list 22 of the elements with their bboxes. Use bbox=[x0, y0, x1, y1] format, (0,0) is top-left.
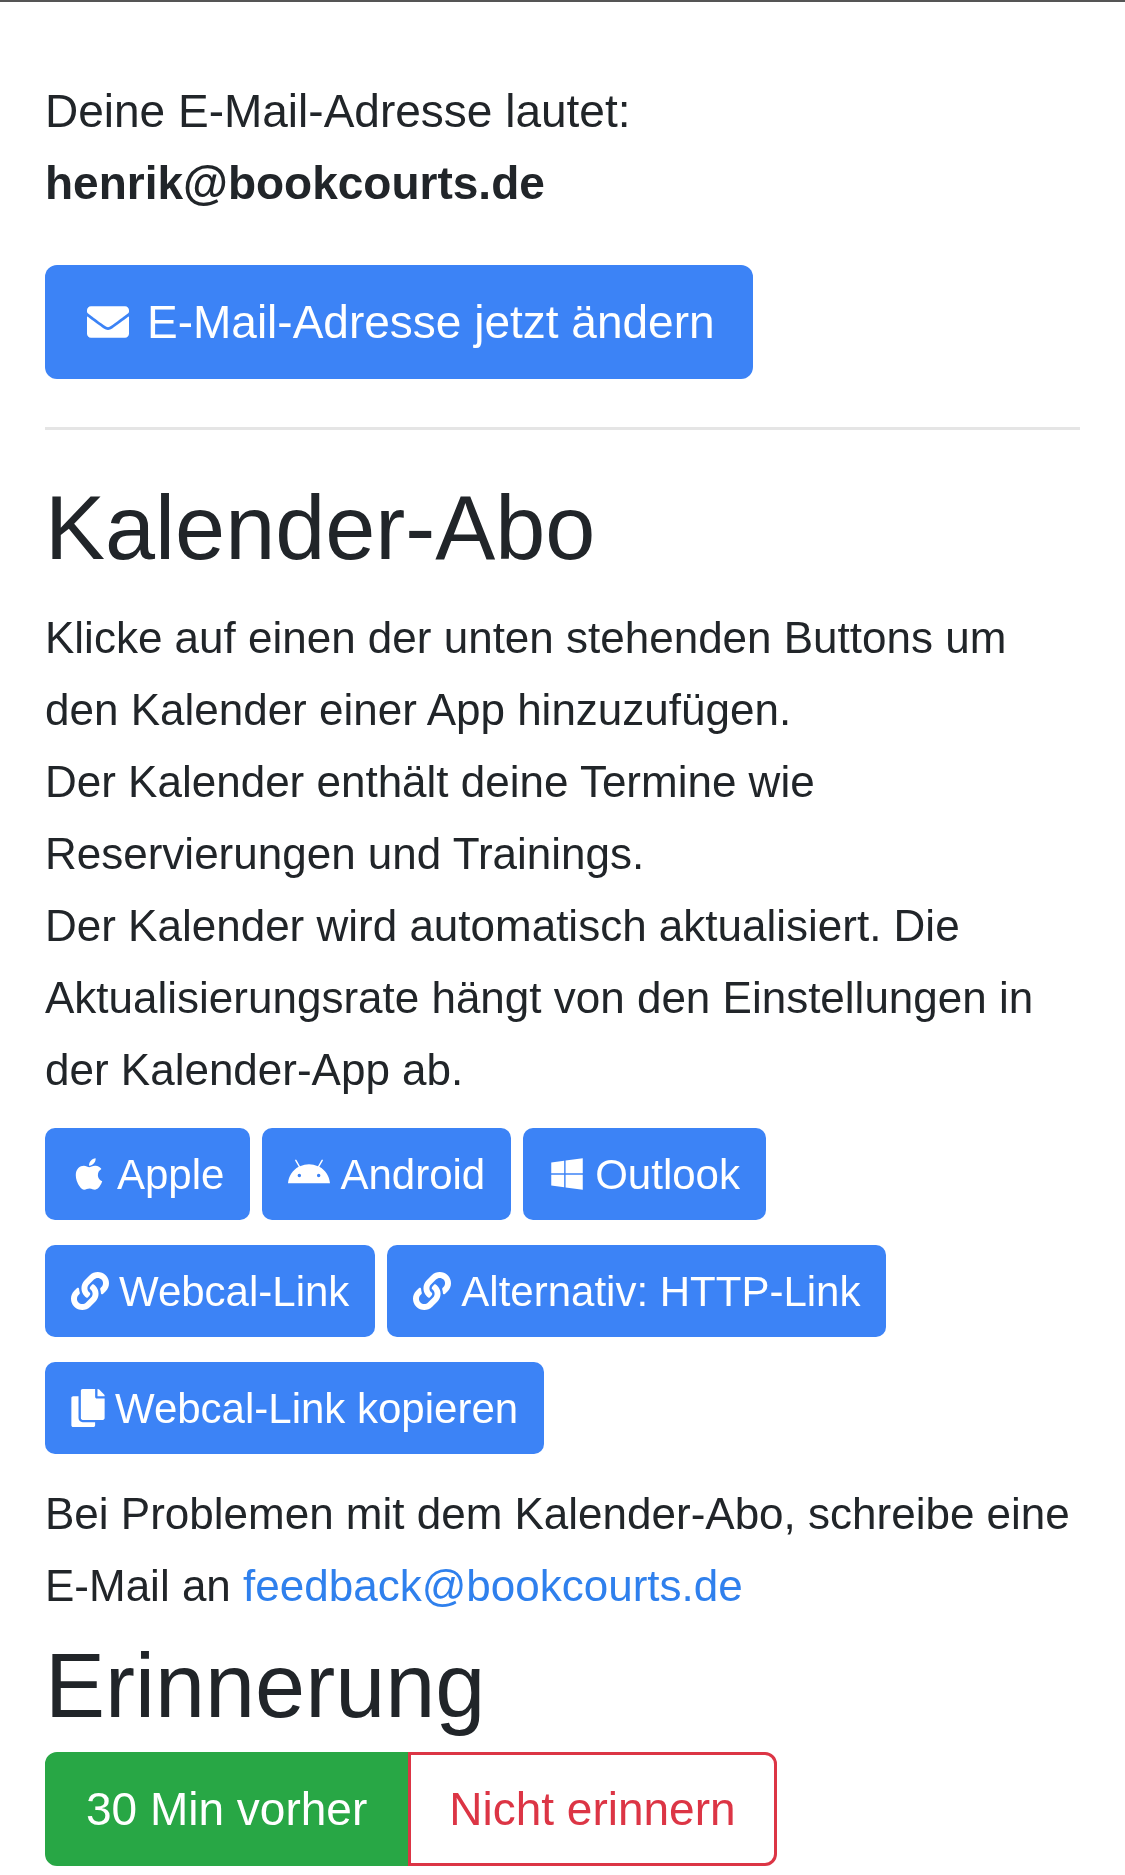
link-icon bbox=[71, 1272, 109, 1310]
section-heading: Kalender-Abo bbox=[45, 477, 597, 580]
description-text: Der Kalender enthält deine Termine wie Reservierungen und Trainings. bbox=[45, 756, 816, 880]
link-icon bbox=[413, 1272, 452, 1310]
calendar-button[interactable]: Webcal-Link bbox=[45, 1245, 376, 1337]
reminder-option[interactable]: Nicht erinnern bbox=[408, 1752, 777, 1866]
section-heading: Erinnerung bbox=[45, 1635, 487, 1738]
copy-icon bbox=[71, 1389, 105, 1427]
calendar-button[interactable]: Apple bbox=[45, 1128, 251, 1220]
calendar-button[interactable]: Alternativ: HTTP-Link bbox=[387, 1245, 887, 1337]
calendar-button[interactable]: Android bbox=[262, 1128, 512, 1220]
change-email-button[interactable]: E-Mail-Adresse jetzt ändern bbox=[45, 265, 753, 379]
feedback-link[interactable]: feedback@bookcourts.de bbox=[243, 1561, 743, 1610]
description-text: Der Kalender wird automatisch aktualisiert. Die Aktualisierungsrate hängt von den Einstellungen in der Kalender-App ab. bbox=[45, 900, 1035, 1096]
help-text: Bei Problemen mit dem Kalender-Abo, schreibe eine E-Mail an feedback@bookcourts.de bbox=[45, 1488, 1071, 1612]
calendar-button[interactable]: Outlook bbox=[523, 1128, 766, 1220]
email-address: henrik@bookcourts.de bbox=[45, 156, 546, 211]
reminder-option[interactable]: 30 Min vorher bbox=[45, 1752, 409, 1866]
calendar-button[interactable]: Webcal-Link kopieren bbox=[45, 1362, 545, 1454]
description-text: Klicke auf einen der unten stehenden Buttons um den Kalender einer App hinzuzufügen. bbox=[45, 612, 1008, 736]
email-intro: Deine E-Mail-Adresse lautet: bbox=[45, 84, 632, 139]
windows-icon bbox=[549, 1156, 586, 1192]
